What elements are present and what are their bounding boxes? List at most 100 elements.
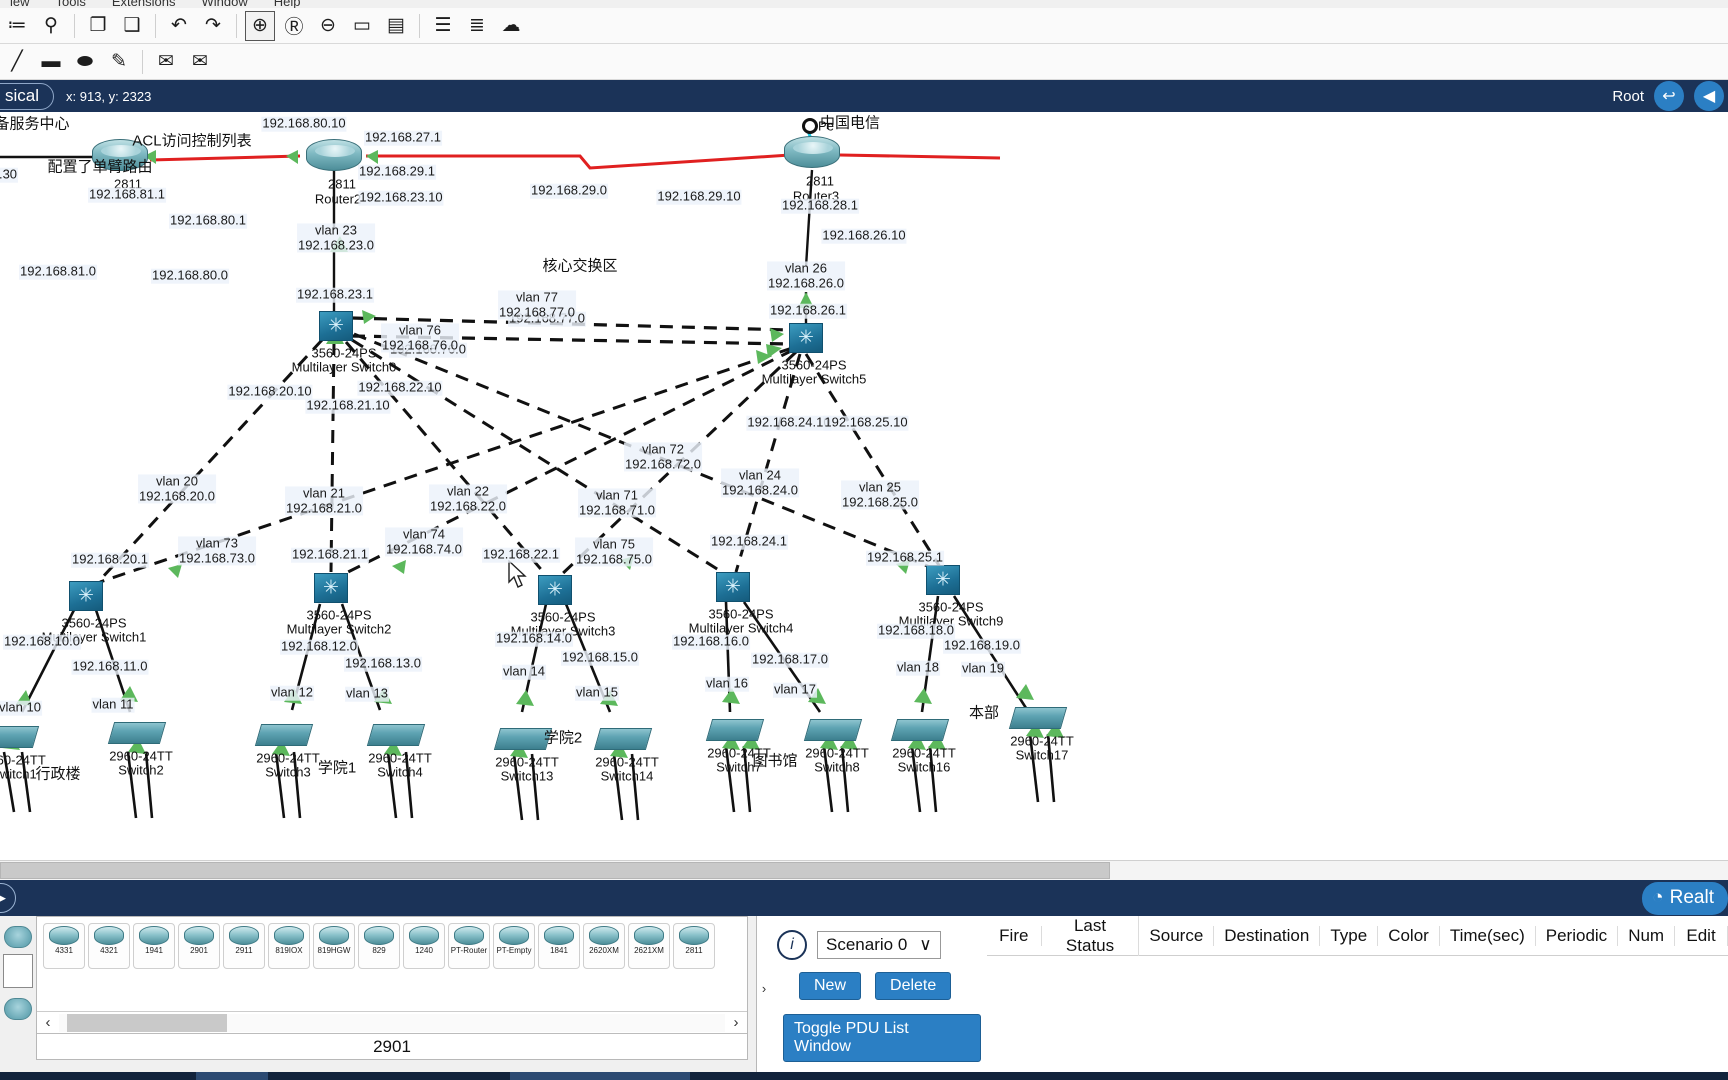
palette-device-4331[interactable]: 4331 bbox=[43, 923, 85, 969]
inspect-icon[interactable]: ⚲ bbox=[36, 11, 66, 41]
cloud-icon[interactable]: ☁ bbox=[496, 11, 526, 41]
freeform-tool-icon[interactable]: ✎ bbox=[104, 47, 134, 77]
palette-device-829[interactable]: 829 bbox=[358, 923, 400, 969]
navigation-icon[interactable]: ◀ bbox=[1694, 81, 1724, 111]
list-window-icon[interactable]: ▤ bbox=[381, 11, 411, 41]
pdu-column-fire[interactable]: Fire bbox=[987, 925, 1042, 946]
router-2811-right[interactable] bbox=[784, 136, 840, 168]
scenario-select[interactable]: Scenario 0 ∨ bbox=[817, 931, 941, 959]
router-2811-center[interactable] bbox=[306, 139, 362, 171]
realtime-toggle[interactable]: ◔ Realt bbox=[1642, 881, 1728, 915]
end-devices-icon[interactable] bbox=[4, 998, 32, 1020]
pdu-column-type[interactable]: Type bbox=[1320, 925, 1379, 946]
redo-icon[interactable]: ↷ bbox=[198, 11, 228, 41]
multilayer-switch-3[interactable] bbox=[538, 575, 572, 605]
undo-icon[interactable]: ↶ bbox=[164, 11, 194, 41]
palette-device-1240[interactable]: 1240 bbox=[403, 923, 445, 969]
switch-2[interactable] bbox=[107, 722, 167, 744]
device-type-box[interactable] bbox=[3, 954, 33, 988]
palette-device-1941[interactable]: 1941 bbox=[133, 923, 175, 969]
hscrollbar-thumb[interactable] bbox=[0, 862, 1110, 879]
multilayer-switch-4[interactable] bbox=[716, 572, 750, 602]
add-complex-pdu-icon[interactable]: ✉ bbox=[185, 47, 215, 77]
delete-scenario-button[interactable]: Delete bbox=[875, 972, 952, 1000]
palette-device-4321[interactable]: 4321 bbox=[88, 923, 130, 969]
palette-device-2901[interactable]: 2901 bbox=[178, 923, 220, 969]
isp-cloud[interactable] bbox=[802, 118, 818, 134]
vlan-label-group: vlan 22 192.168.22.0 bbox=[429, 484, 507, 514]
switch-4[interactable] bbox=[366, 724, 426, 746]
palette-device-pt-empty[interactable]: PT-Empty bbox=[493, 923, 535, 969]
switch-13[interactable] bbox=[493, 728, 553, 750]
device-palette-row[interactable]: 4331 4321 1941 2901 2911 819IOX 819HGW 829 1240 P… bbox=[37, 917, 747, 969]
paste-icon[interactable]: ❑ bbox=[117, 11, 147, 41]
device-category-column[interactable] bbox=[0, 916, 36, 1060]
ip-label: 192.168.23.1 bbox=[296, 286, 374, 303]
switch-1[interactable] bbox=[0, 726, 40, 748]
panel-expand-arrow[interactable]: › bbox=[757, 916, 771, 1060]
selected-device-label: 2901 bbox=[37, 1033, 747, 1059]
pdu-column-num[interactable]: Num bbox=[1618, 925, 1676, 946]
line-tool-icon[interactable]: ╱ bbox=[2, 47, 32, 77]
multilayer-switch-0[interactable] bbox=[319, 311, 353, 341]
multilayer-switch-1[interactable] bbox=[69, 581, 103, 611]
pdu-column-time-sec-[interactable]: Time(sec) bbox=[1440, 925, 1536, 946]
palette-device-2621xm[interactable]: 2621XM bbox=[628, 923, 670, 969]
play-icon[interactable]: ▶ bbox=[0, 883, 16, 913]
taskbar-item-1[interactable] bbox=[196, 1072, 268, 1080]
network-devices-icon[interactable] bbox=[4, 926, 32, 948]
multilayer-switch-9[interactable] bbox=[926, 565, 960, 595]
palette-device-pt-router[interactable]: PT-Router bbox=[448, 923, 490, 969]
palette-device-819hgw[interactable]: 819HGW bbox=[313, 923, 355, 969]
palette-window-icon[interactable]: ▭ bbox=[347, 11, 377, 41]
pdu-column-periodic[interactable]: Periodic bbox=[1536, 925, 1619, 946]
notes-icon[interactable]: ☰ bbox=[428, 11, 458, 41]
info-icon[interactable]: i bbox=[777, 930, 807, 960]
pdu-column-edit[interactable]: Edit bbox=[1675, 925, 1728, 946]
switch-16[interactable] bbox=[890, 719, 950, 741]
vlan-label-group: vlan 73 192.168.73.0 bbox=[178, 536, 256, 566]
back-icon[interactable]: ↩ bbox=[1654, 81, 1684, 111]
palette-device-2620xm[interactable]: 2620XM bbox=[583, 923, 625, 969]
scroll-track[interactable] bbox=[59, 1013, 725, 1032]
multilayer-switch-5[interactable] bbox=[789, 323, 823, 353]
scroll-thumb[interactable] bbox=[67, 1013, 227, 1032]
select-icon[interactable]: ≔ bbox=[2, 11, 32, 41]
zoom-reset-icon[interactable]: Ⓡ bbox=[279, 11, 309, 41]
add-simple-pdu-icon[interactable]: ✉ bbox=[151, 47, 181, 77]
palette-device-2811[interactable]: 2811 bbox=[673, 923, 715, 969]
device-palette-scrollbar[interactable]: ‹ › bbox=[37, 1011, 747, 1033]
workspace-hscrollbar[interactable] bbox=[0, 860, 1728, 880]
scroll-right-icon[interactable]: › bbox=[725, 1014, 747, 1031]
cursor-coordinates: x: 913, y: 2323 bbox=[66, 88, 152, 104]
pdu-column-color[interactable]: Color bbox=[1378, 925, 1440, 946]
ellipse-tool-icon[interactable]: ⬬ bbox=[70, 47, 100, 77]
pdu-column-destination[interactable]: Destination bbox=[1214, 925, 1321, 946]
multilayer-switch-2[interactable] bbox=[314, 573, 348, 603]
palette-device-1841[interactable]: 1841 bbox=[538, 923, 580, 969]
logical-view-tab[interactable]: sical bbox=[0, 82, 55, 110]
switch-14[interactable] bbox=[593, 728, 653, 750]
ip-label: 192.168.80.1 bbox=[169, 212, 247, 229]
pdu-column-source[interactable]: Source bbox=[1139, 925, 1215, 946]
ip-label: 192.168.29.0 bbox=[530, 182, 608, 199]
new-scenario-button[interactable]: New bbox=[799, 972, 862, 1000]
device-palette[interactable]: 4331 4321 1941 2901 2911 819IOX 819HGW 829 1240 P… bbox=[36, 916, 748, 1060]
copy-icon[interactable]: ❐ bbox=[83, 11, 113, 41]
rectangle-tool-icon[interactable]: ▬ bbox=[36, 47, 66, 77]
switch-3[interactable] bbox=[254, 724, 314, 746]
switch-17[interactable] bbox=[1008, 707, 1068, 729]
toggle-pdu-list-button[interactable]: Toggle PDU List Window bbox=[783, 1014, 981, 1062]
zoom-out-icon[interactable]: ⊖ bbox=[313, 11, 343, 41]
pdu-column-last-status[interactable]: Last Status bbox=[1042, 915, 1140, 956]
switch-8[interactable] bbox=[803, 719, 863, 741]
switch-7[interactable] bbox=[705, 719, 765, 741]
scroll-left-icon[interactable]: ‹ bbox=[37, 1014, 59, 1031]
router-2811-center-model: 2811 bbox=[328, 176, 356, 192]
taskbar-item-2[interactable] bbox=[510, 1072, 690, 1080]
palette-device-819iox[interactable]: 819IOX bbox=[268, 923, 310, 969]
palette-device-2911[interactable]: 2911 bbox=[223, 923, 265, 969]
logical-workspace[interactable]: 28112811Router22811Router3Pe3560-24PSMul… bbox=[0, 112, 1728, 860]
zoom-in-icon[interactable]: ⊕ bbox=[245, 10, 275, 41]
layers-icon[interactable]: ≣ bbox=[462, 11, 492, 41]
